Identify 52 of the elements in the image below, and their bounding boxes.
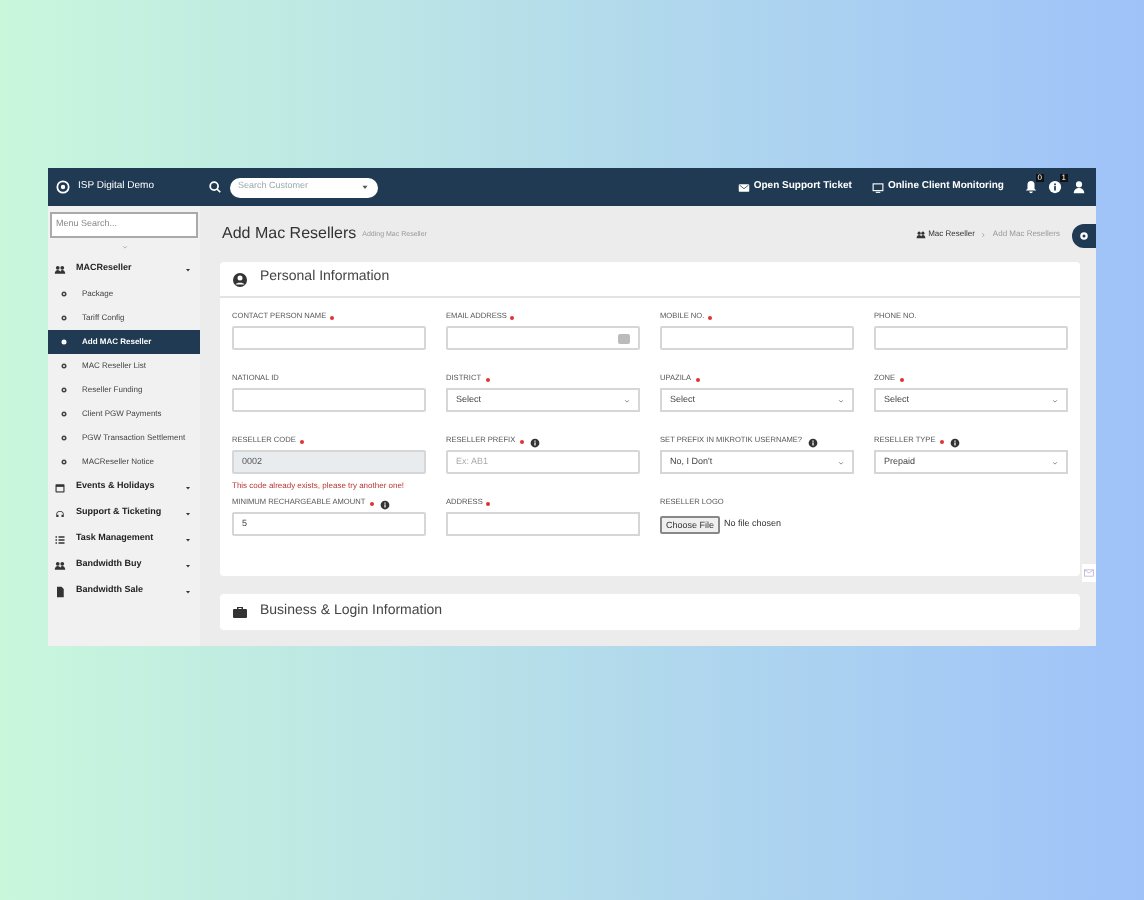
bell-icon bbox=[1024, 180, 1038, 194]
caret-icon bbox=[184, 509, 192, 517]
caret-icon bbox=[184, 265, 192, 273]
text-input[interactable] bbox=[660, 326, 854, 350]
gear-icon bbox=[60, 314, 68, 322]
envelope-icon bbox=[737, 181, 750, 193]
gear-icon bbox=[60, 410, 68, 418]
envelope-icon bbox=[1084, 568, 1094, 578]
users-icon bbox=[916, 229, 927, 239]
user-icon bbox=[1072, 180, 1086, 194]
search-icon bbox=[208, 180, 222, 194]
info-icon bbox=[949, 437, 960, 447]
document-icon bbox=[54, 585, 66, 597]
info-icon bbox=[1048, 180, 1062, 194]
caret-icon bbox=[184, 535, 192, 543]
chevron-icon bbox=[838, 459, 844, 465]
info-icon bbox=[808, 437, 819, 447]
textarea-input[interactable] bbox=[446, 512, 640, 536]
settings-button[interactable] bbox=[1072, 224, 1096, 248]
gear-icon bbox=[60, 338, 68, 346]
settings-icon bbox=[1078, 230, 1090, 242]
headset-icon bbox=[54, 507, 66, 519]
text-input[interactable] bbox=[232, 388, 426, 412]
text-input[interactable] bbox=[232, 326, 426, 350]
text-input[interactable] bbox=[446, 326, 640, 350]
briefcase-icon bbox=[232, 604, 248, 620]
text-input[interactable] bbox=[874, 326, 1068, 350]
list-icon bbox=[54, 533, 66, 545]
chevron-icon bbox=[1052, 397, 1058, 403]
monitor-icon bbox=[871, 181, 884, 193]
chevron-icon bbox=[624, 397, 630, 403]
logo-icon bbox=[56, 180, 70, 194]
chevron-icon bbox=[838, 397, 844, 403]
chevron-icon bbox=[1052, 459, 1058, 465]
caret-icon bbox=[184, 561, 192, 569]
gear-icon bbox=[60, 434, 68, 442]
info-icon bbox=[379, 499, 390, 509]
gear-icon bbox=[60, 458, 68, 466]
gear-icon bbox=[60, 362, 68, 370]
user-icon bbox=[232, 271, 248, 287]
calendar-icon bbox=[54, 481, 66, 493]
caret-icon bbox=[360, 182, 370, 192]
caret-icon bbox=[184, 483, 192, 491]
side-tab[interactable] bbox=[1082, 564, 1096, 582]
gear-icon bbox=[60, 290, 68, 298]
info-icon bbox=[529, 437, 540, 447]
gear-icon bbox=[60, 386, 68, 394]
users-icon bbox=[54, 263, 66, 275]
caret-icon bbox=[184, 587, 192, 595]
chevron-icon bbox=[121, 244, 127, 250]
users-icon bbox=[54, 559, 66, 571]
page-title: Add Mac Resellers bbox=[222, 222, 357, 246]
